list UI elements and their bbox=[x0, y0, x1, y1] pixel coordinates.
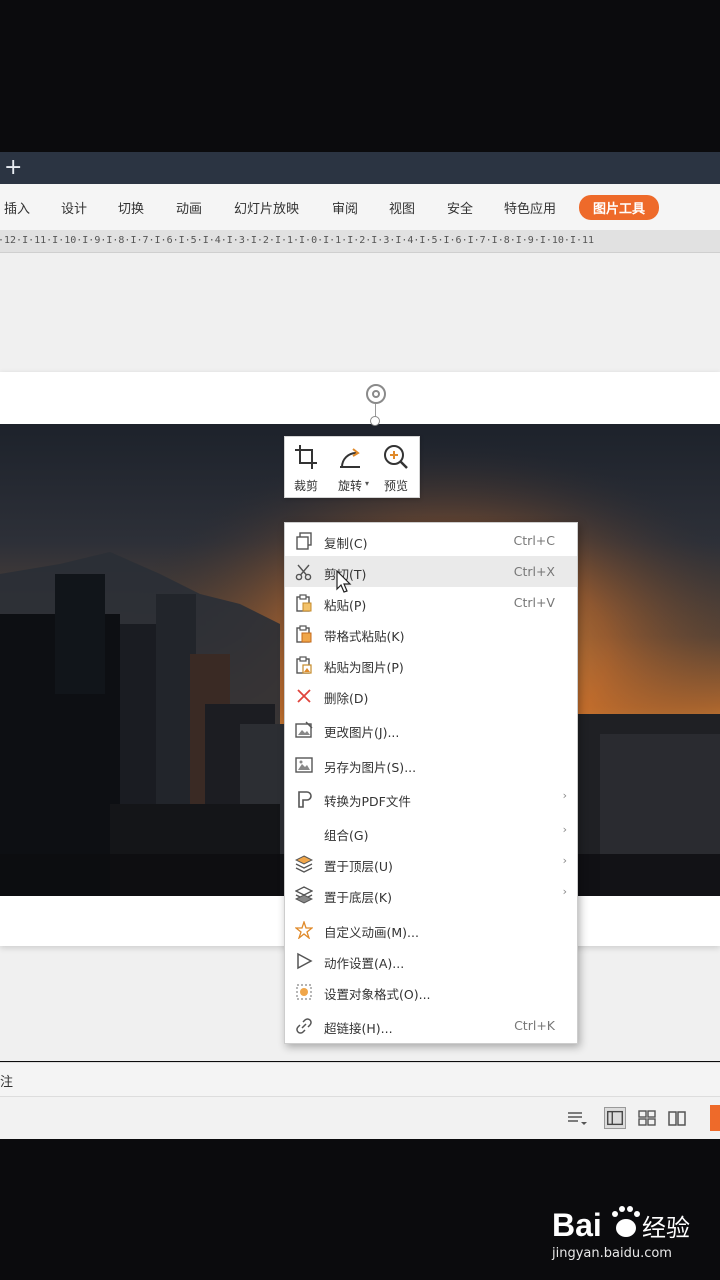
shortcut-hint: Ctrl+V bbox=[513, 595, 555, 610]
menu-item-label: 转换为PDF文件 bbox=[324, 794, 411, 809]
copy-icon bbox=[296, 532, 312, 550]
menu-item-delete[interactable]: 删除(D) bbox=[285, 680, 577, 711]
picture-mini-toolbar: 裁剪 旋转 ▾ 预览 bbox=[284, 436, 420, 498]
horizontal-ruler: ·12·I·11·I·10·I·9·I·8·I·7·I·6·I·5·I·4·I·… bbox=[0, 230, 720, 253]
menu-item-copy[interactable]: 复制(C) Ctrl+C bbox=[285, 525, 577, 556]
slide-sorter-icon[interactable] bbox=[636, 1107, 658, 1129]
notes-toggle-icon[interactable] bbox=[566, 1107, 588, 1129]
format-object-icon bbox=[296, 984, 312, 1000]
change-picture-icon bbox=[295, 721, 313, 738]
menu-item-cut[interactable]: 剪切(T) Ctrl+X bbox=[285, 556, 577, 587]
submenu-arrow-icon: › bbox=[562, 789, 567, 802]
menu-security[interactable]: 安全 bbox=[447, 198, 473, 217]
menu-item-send-to-back[interactable]: 置于底层(K) › bbox=[285, 879, 577, 910]
menu-design[interactable]: 设计 bbox=[61, 198, 87, 217]
menu-item-format-object[interactable]: 设置对象格式(O)... bbox=[285, 976, 577, 1007]
menu-item-label: 删除(D) bbox=[324, 691, 369, 706]
paste-image-icon bbox=[296, 656, 312, 674]
submenu-arrow-icon: › bbox=[562, 854, 567, 867]
ribbon-menu-bar: 插入 设计 切换 动画 幻灯片放映 审阅 视图 安全 特色应用 图片工具 bbox=[0, 184, 720, 231]
menu-item-label: 带格式粘贴(K) bbox=[324, 629, 405, 644]
pdf-icon bbox=[298, 791, 312, 808]
normal-view-icon[interactable] bbox=[604, 1107, 626, 1129]
rotate-button[interactable]: 旋转 ▾ bbox=[329, 441, 371, 495]
menu-item-action-settings[interactable]: 动作设置(A)... bbox=[285, 945, 577, 976]
shortcut-hint: Ctrl+K bbox=[514, 1018, 555, 1033]
crop-button[interactable]: 裁剪 bbox=[285, 441, 327, 495]
menu-item-label: 动作设置(A)... bbox=[324, 956, 405, 971]
baidu-jingyan-watermark-logo: Bai 经验 bbox=[552, 1206, 690, 1243]
paste-format-icon bbox=[296, 625, 312, 643]
rotate-icon bbox=[340, 448, 360, 468]
action-play-icon bbox=[297, 952, 313, 970]
svg-text:经验: 经验 bbox=[642, 1214, 690, 1242]
menu-transition[interactable]: 切换 bbox=[118, 198, 144, 217]
notes-pane[interactable]: 注 bbox=[0, 1062, 720, 1097]
menu-item-custom-animation[interactable]: 自定义动画(M)... bbox=[285, 914, 577, 945]
status-bar bbox=[0, 1096, 720, 1139]
paste-icon bbox=[296, 594, 312, 612]
save-picture-icon bbox=[295, 757, 313, 773]
menu-item-label: 粘贴(P) bbox=[324, 598, 367, 613]
menu-review[interactable]: 审阅 bbox=[332, 198, 358, 217]
tab-strip: + bbox=[0, 152, 720, 184]
menu-item-paste-as-picture[interactable]: 粘贴为图片(P) bbox=[285, 649, 577, 680]
menu-item-label: 超链接(H)... bbox=[324, 1021, 393, 1036]
menu-item-change-picture[interactable]: 更改图片(J)... bbox=[285, 714, 577, 745]
send-back-icon bbox=[295, 886, 313, 904]
preview-button[interactable]: 预览 bbox=[375, 441, 417, 495]
menu-item-save-as-picture[interactable]: 另存为图片(S)... bbox=[285, 749, 577, 780]
menu-slideshow[interactable]: 幻灯片放映 bbox=[234, 198, 299, 217]
new-tab-button[interactable]: + bbox=[4, 154, 22, 182]
menu-item-label: 另存为图片(S)... bbox=[324, 760, 417, 775]
crop-label: 裁剪 bbox=[293, 479, 318, 493]
menu-item-hyperlink[interactable]: 超链接(H)... Ctrl+K bbox=[285, 1010, 577, 1041]
shortcut-hint: Ctrl+C bbox=[513, 533, 555, 548]
menu-animation[interactable]: 动画 bbox=[176, 198, 202, 217]
hyperlink-icon bbox=[296, 1018, 312, 1034]
animation-icon bbox=[295, 921, 313, 939]
menu-item-bring-to-front[interactable]: 置于顶层(U) › bbox=[285, 848, 577, 879]
svg-text:Bai: Bai bbox=[552, 1207, 602, 1243]
menu-item-group[interactable]: 组合(G) › bbox=[285, 817, 577, 848]
menu-item-label: 设置对象格式(O)... bbox=[324, 987, 431, 1002]
resize-handle-top[interactable] bbox=[370, 416, 380, 426]
menu-item-label: 置于底层(K) bbox=[324, 890, 392, 905]
menu-item-paste[interactable]: 粘贴(P) Ctrl+V bbox=[285, 587, 577, 618]
reading-view-icon[interactable] bbox=[666, 1107, 688, 1129]
watermark-url: jingyan.baidu.com bbox=[552, 1246, 672, 1261]
zoom-preview-icon bbox=[384, 445, 408, 469]
menu-item-label: 更改图片(J)... bbox=[324, 725, 400, 740]
menu-item-label: 组合(G) bbox=[324, 828, 369, 843]
notes-label: 注 bbox=[0, 1075, 14, 1090]
mouse-pointer-icon bbox=[336, 570, 352, 593]
menu-item-convert-pdf[interactable]: 转换为PDF文件 › bbox=[285, 783, 577, 814]
ruler-marks: ·12·I·11·I·10·I·9·I·8·I·7·I·6·I·5·I·4·I·… bbox=[0, 235, 595, 246]
delete-icon bbox=[297, 689, 311, 703]
menu-item-label: 置于顶层(U) bbox=[324, 859, 393, 874]
menu-view[interactable]: 视图 bbox=[389, 198, 415, 217]
scissors-icon bbox=[295, 564, 312, 581]
menu-item-paste-with-format[interactable]: 带格式粘贴(K) bbox=[285, 618, 577, 649]
menu-special-apps[interactable]: 特色应用 bbox=[504, 198, 556, 217]
rotate-handle[interactable] bbox=[366, 384, 386, 404]
context-menu: 复制(C) Ctrl+C 剪切(T) Ctrl+X 粘贴(P) Ctrl+V 带… bbox=[284, 522, 578, 1044]
menu-insert[interactable]: 插入 bbox=[4, 198, 30, 217]
submenu-arrow-icon: › bbox=[562, 885, 567, 898]
shortcut-hint: Ctrl+X bbox=[513, 564, 555, 579]
menu-item-label: 复制(C) bbox=[324, 536, 368, 551]
tab-picture-tools[interactable]: 图片工具 bbox=[579, 195, 660, 220]
menu-item-label: 粘贴为图片(P) bbox=[324, 660, 404, 675]
crop-icon bbox=[295, 445, 317, 469]
menu-item-label: 自定义动画(M)... bbox=[324, 925, 419, 940]
rotate-dropdown-icon[interactable]: ▾ bbox=[365, 479, 369, 488]
submenu-arrow-icon: › bbox=[562, 823, 567, 836]
slideshow-button[interactable] bbox=[710, 1105, 720, 1131]
bring-front-icon bbox=[295, 855, 313, 873]
preview-label: 预览 bbox=[383, 479, 408, 493]
